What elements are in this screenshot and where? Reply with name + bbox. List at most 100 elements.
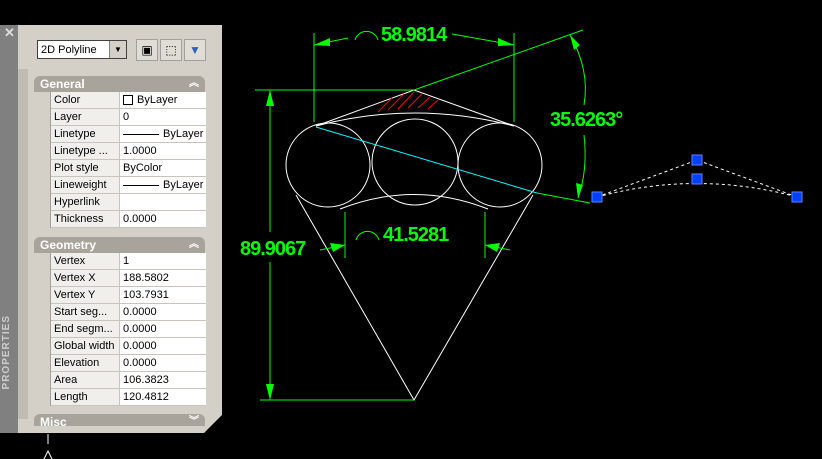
property-row[interactable]: End segm... 0.0000 [51,321,206,338]
close-icon[interactable]: ✕ [4,25,15,41]
left-circle [285,122,371,208]
property-row[interactable]: Linetype ... 1.0000 [51,143,206,160]
property-value-text: 0.0000 [123,213,157,225]
property-value[interactable]: 1.0000 [120,143,206,159]
property-value[interactable]: 0 [120,109,206,125]
selected-polyline[interactable] [315,126,538,194]
properties-palette: ✕ PROPERTIES 2D Polyline ▼ ▣ ⬚ ▼ General… [0,25,222,433]
section-misc[interactable]: Misc ︾ [34,414,205,429]
palette-title: PROPERTIES [1,315,12,390]
quick-select-icon[interactable]: ▣ [136,39,158,61]
object-type-value: 2D Polyline [41,44,97,56]
property-row[interactable]: Area 106.3823 [51,372,206,389]
property-label: Elevation [51,355,120,371]
property-row[interactable]: Hyperlink [51,194,206,211]
property-value[interactable]: ByLayer [120,126,206,142]
toggle-pickadd-icon[interactable]: ▼ [184,39,206,61]
color-swatch-icon [123,95,133,106]
property-value[interactable]: 0.0000 [120,321,206,337]
property-row[interactable]: Plot style ByColor [51,160,206,177]
expand-icon: ︾ [189,416,199,427]
property-row[interactable]: Thickness 0.0000 [51,211,206,228]
dim-bottom-text: 41.5281 [383,224,449,246]
property-value[interactable]: ByLayer [120,177,206,193]
grips[interactable] [591,154,803,203]
property-value-text: ByColor [123,162,163,174]
property-value[interactable]: 103.7931 [120,287,206,303]
property-value-text: 0 [123,111,130,123]
property-value-text: 106.3823 [123,374,169,386]
dim-angle-text: 35.6263° [550,109,623,131]
right-circle [457,122,543,208]
select-objects-icon[interactable]: ⬚ [160,39,182,61]
property-label: Start seg... [51,304,120,320]
property-value-text: 120.4812 [123,391,169,403]
property-value[interactable]: 0.0000 [120,211,206,227]
property-label: Linetype [51,126,120,142]
property-label: Plot style [51,160,120,176]
general-rows: Color ByLayer Layer 0 Linetype ByLayer Linetyp… [50,92,206,228]
property-value-text: 0.0000 [123,340,157,352]
property-value-text: 188.5802 [123,272,169,284]
property-row[interactable]: Elevation 0.0000 [51,355,206,372]
property-row[interactable]: Vertex Y 103.7931 [51,287,206,304]
property-value[interactable] [120,194,206,210]
property-label: Hyperlink [51,194,120,210]
section-general[interactable]: General ︽ [34,76,205,92]
property-value[interactable]: 0.0000 [120,355,206,371]
property-row[interactable]: Lineweight ByLayer [51,177,206,194]
property-row[interactable]: Start seg... 0.0000 [51,304,206,321]
property-value[interactable]: 0.0000 [120,338,206,354]
property-row[interactable]: Layer 0 [51,109,206,126]
property-value-text: ByLayer [163,128,204,140]
geometry-rows: Vertex 1 Vertex X 188.5802 Vertex Y 103.7931 S… [50,253,206,406]
property-value[interactable]: 120.4812 [120,389,206,405]
line-sample-icon [123,133,159,135]
dim-top-text: 58.9814 [381,24,448,46]
dimensions [255,29,591,401]
property-label: Area [51,372,120,388]
property-label: Length [51,389,120,405]
property-label: Lineweight [51,177,120,193]
property-value-text: 0.0000 [123,306,157,318]
property-label: Vertex Y [51,287,120,303]
property-value[interactable]: 188.5802 [120,270,206,286]
property-row[interactable]: Vertex X 188.5802 [51,270,206,287]
property-label: Color [51,92,120,108]
property-row[interactable]: Global width 0.0000 [51,338,206,355]
grip[interactable] [691,173,703,185]
property-value-text: ByLayer [137,94,178,106]
property-value-text: 1.0000 [123,145,157,157]
property-value[interactable]: ByLayer [120,92,206,108]
property-value[interactable]: ByColor [120,160,206,176]
bottom-arc [339,194,489,210]
property-value-text: 1 [123,255,130,267]
property-value[interactable]: 0.0000 [120,304,206,320]
property-row[interactable]: Linetype ByLayer [51,126,206,143]
scrollbar[interactable] [18,69,28,419]
property-value-text: 103.7931 [123,289,169,301]
chevron-down-icon[interactable]: ▼ [109,41,126,58]
property-value-text: 0.0000 [123,323,157,335]
property-value[interactable]: 106.3823 [120,372,206,388]
middle-circle [371,118,459,206]
object-type-select[interactable]: 2D Polyline ▼ [37,40,127,59]
grip[interactable] [591,191,603,203]
top-tangent-lines [315,89,515,127]
property-value-text: ByLayer [163,179,204,191]
collapse-icon: ︽ [189,78,199,89]
grip[interactable] [691,154,703,166]
property-label: Thickness [51,211,120,227]
palette-title-bar[interactable]: ✕ PROPERTIES [0,25,18,433]
grip[interactable] [791,191,803,203]
property-label: Global width [51,338,120,354]
property-row[interactable]: Length 120.4812 [51,389,206,406]
property-value-text: 0.0000 [123,357,157,369]
property-row[interactable]: Vertex 1 [51,253,206,270]
section-geometry[interactable]: Geometry ︽ [34,237,205,253]
line-sample-icon [123,184,159,186]
property-label: Layer [51,109,120,125]
property-row[interactable]: Color ByLayer [51,92,206,109]
collapse-icon: ︽ [189,239,199,250]
property-value[interactable]: 1 [120,253,206,269]
